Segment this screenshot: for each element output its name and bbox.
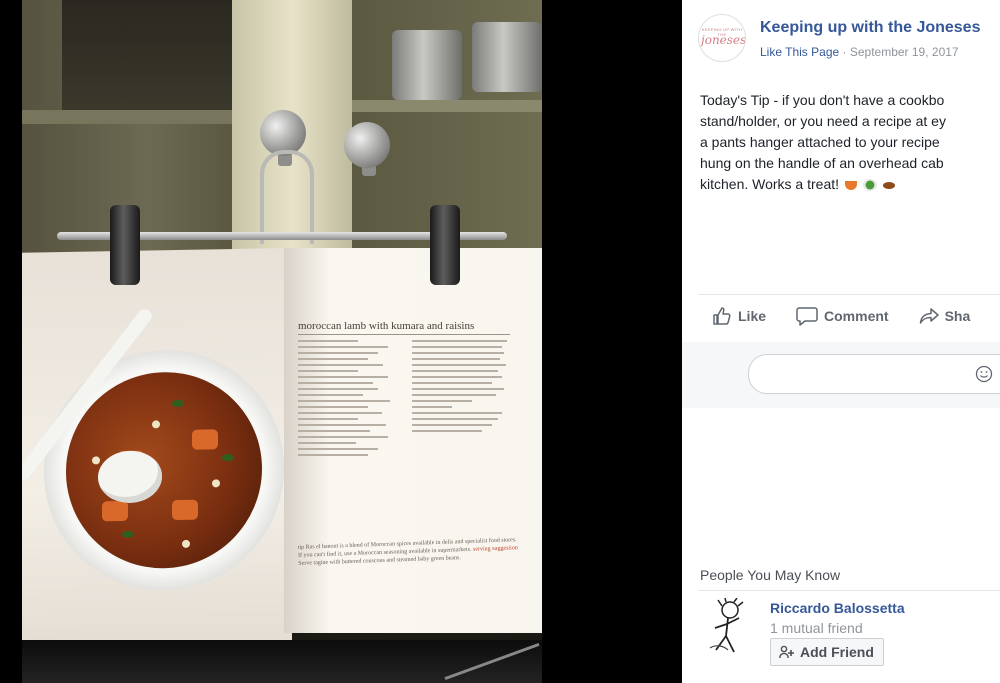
add-friend-button[interactable]: Add Friend [770, 638, 884, 666]
divider [698, 590, 1000, 591]
post-date[interactable]: · September 19, 2017 [843, 45, 959, 59]
people-you-may-know-title: People You May Know [700, 567, 841, 583]
salad-emoji-icon [862, 179, 877, 192]
post-text-line: hung on the handle of an overhead cab [700, 155, 944, 171]
mutual-friends-text[interactable]: 1 mutual friend [770, 620, 863, 636]
method-column [412, 340, 512, 436]
comment-button[interactable]: Comment [796, 306, 889, 326]
cookbook-left-page [22, 248, 292, 653]
hanger-clip-left [110, 205, 140, 285]
comment-input[interactable] [748, 354, 1000, 394]
share-button[interactable]: Sha [919, 306, 971, 326]
serving-label: serving suggestion [472, 545, 518, 553]
page-avatar[interactable]: KEEPING UP WITH THE joneses [698, 14, 746, 62]
avatar-script-text: joneses [701, 33, 746, 47]
friend-name-link[interactable]: Riccardo Balossetta [770, 600, 905, 616]
post-text-line: kitchen. Works a treat! [700, 176, 840, 192]
stew-carrot [102, 500, 128, 522]
post-panel: KEEPING UP WITH THE joneses Keeping up w… [682, 0, 1000, 683]
share-icon [919, 308, 939, 324]
hanger-clip-right [430, 205, 460, 285]
post-meta: Like This Page · September 19, 2017 [760, 45, 959, 59]
recipe-rule [298, 334, 510, 335]
comment-area [682, 342, 1000, 408]
add-friend-label: Add Friend [800, 644, 874, 660]
like-button[interactable]: Like [712, 306, 766, 326]
post-actions: Like Comment Sha [712, 306, 1000, 326]
sweet-potato-emoji-icon [882, 181, 895, 189]
add-friend-icon [779, 645, 794, 659]
post-photo[interactable]: moroccan lamb with kumara and raisins ti… [22, 0, 542, 683]
like-page-link[interactable]: Like This Page [760, 45, 839, 59]
ingredients-column [298, 340, 398, 460]
comment-label: Comment [824, 308, 889, 324]
post-text-line: stand/holder, or you need a recipe at ey [700, 113, 946, 129]
counter [22, 640, 542, 683]
photo-viewer: moroccan lamb with kumara and raisins ti… [0, 0, 682, 683]
hanger-hook [260, 150, 314, 244]
cookbook: moroccan lamb with kumara and raisins ti… [22, 248, 542, 658]
food-bowl-emoji-icon [844, 180, 857, 190]
storage-tin [392, 30, 462, 100]
recipe-title: moroccan lamb with kumara and raisins [298, 320, 475, 332]
comment-icon [796, 307, 818, 326]
storage-tin [472, 22, 542, 92]
friend-avatar[interactable] [704, 597, 752, 662]
like-label: Like [738, 308, 767, 324]
post-text-last-line: kitchen. Works a treat! [700, 174, 1000, 195]
emoji-smiley-icon[interactable] [975, 365, 993, 383]
page-name-link[interactable]: Keeping up with the Joneses [760, 19, 980, 37]
cookbook-right-page: moroccan lamb with kumara and raisins ti… [284, 248, 542, 633]
cabinet-shelf [22, 110, 232, 124]
divider [698, 294, 1000, 295]
stew-carrot [172, 499, 198, 521]
friend-cartoon-icon [709, 597, 744, 653]
post-text-line: Today's Tip - if you don't have a cookbo [700, 92, 945, 108]
stew-carrot [192, 429, 218, 450]
cabinet-knob [344, 122, 390, 168]
thumbs-up-icon [713, 307, 731, 325]
post-text: Today's Tip - if you don't have a cookbo… [700, 90, 1000, 195]
share-label: Sha [944, 308, 971, 324]
post-text-line: a pants hanger attached to your recipe [700, 134, 940, 150]
cabinet-interior [62, 0, 232, 120]
cabinet-shelf-right [352, 100, 542, 112]
recipe-footnote: tip Ras el hanout is a blend of Moroccan… [298, 536, 519, 568]
